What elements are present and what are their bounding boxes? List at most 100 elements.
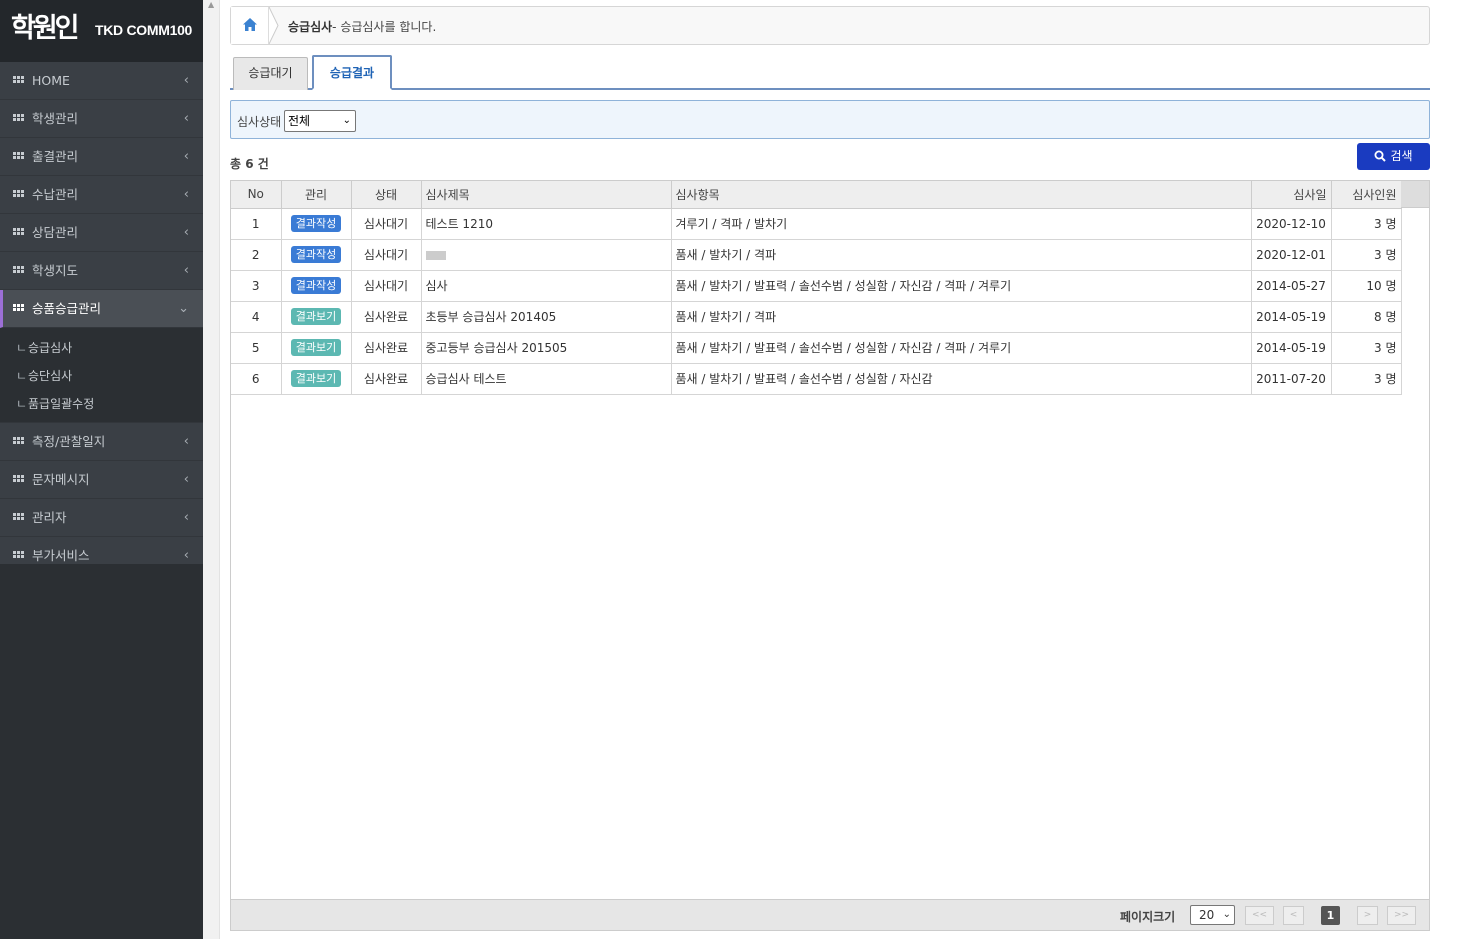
last-page-button[interactable]: >>: [1387, 906, 1416, 925]
submenu-item-2[interactable]: ㄴ품급일괄수정: [0, 390, 203, 418]
grid-icon: [13, 513, 25, 522]
grid-icon: [13, 475, 25, 484]
sidebar-item-3[interactable]: 수납관리 ‹: [0, 176, 203, 214]
page-size-select[interactable]: 20 ⌄: [1190, 905, 1235, 925]
table-row[interactable]: 6 결과보기 심사완료 승급심사 테스트 품새 / 발차기 / 발표력 / 솔선수범 /…: [231, 363, 1402, 395]
page-title-main: 승급심사: [288, 20, 333, 34]
cell-items: 품새 / 발차기 / 발표력 / 솔선수범 / 성실함 / 자신감 / 격파 /…: [671, 332, 1252, 364]
sidebar-item-6[interactable]: 승품승급관리 ⌄: [0, 290, 203, 328]
cell-title: [421, 239, 672, 271]
sidebar-item-label: 상담관리: [32, 225, 79, 240]
cell-title-text: 승급심사 테스트: [425, 372, 507, 386]
cell-date: 2011-07-20: [1251, 363, 1332, 395]
sidebar-item-5[interactable]: 학생지도 ‹: [0, 252, 203, 290]
result-action-button[interactable]: 결과작성: [290, 215, 342, 232]
cell-title-text: 초등부 승급심사 201405: [425, 310, 557, 324]
scroll-up-icon[interactable]: ▲: [208, 0, 214, 9]
table-row[interactable]: 2 결과작성 심사대기 품새 / 발차기 / 격파 2020-12-01 3 명: [231, 239, 1402, 271]
submenu-item-1[interactable]: ㄴ승단심사: [0, 362, 203, 390]
col-header-count[interactable]: 심사인원: [1331, 181, 1402, 209]
sidebar-item-7[interactable]: 측정/관찰일지 ‹: [0, 423, 203, 461]
cell-count: 3 명: [1331, 239, 1402, 271]
chevron-left-icon: ‹: [183, 187, 189, 202]
col-header-no[interactable]: No: [231, 181, 282, 209]
sidebar-item-1[interactable]: 학생관리 ‹: [0, 100, 203, 138]
cell-items: 겨루기 / 격파 / 발차기: [671, 208, 1252, 240]
redacted-title: [425, 250, 446, 260]
search-button[interactable]: 검색: [1357, 143, 1430, 170]
cell-no: 3: [231, 270, 282, 302]
tab-bar: 승급대기 승급결과: [230, 55, 1430, 90]
cell-title-text: 테스트 1210: [425, 217, 493, 231]
submenu-item-label: 품급일괄수정: [28, 397, 95, 411]
col-header-items[interactable]: 심사항목: [671, 181, 1252, 209]
breadcrumb: 승급심사- 승급심사를 합니다.: [230, 6, 1430, 45]
table-row[interactable]: 3 결과작성 심사대기 심사 품새 / 발차기 / 발표력 / 솔선수범 / 성실함 /…: [231, 270, 1402, 302]
col-header-status[interactable]: 상태: [351, 181, 422, 209]
sidebar-item-label: 학생관리: [32, 111, 79, 126]
tree-branch-icon: ㄴ: [16, 369, 28, 383]
tab-results[interactable]: 승급결과: [312, 55, 392, 90]
status-filter-select[interactable]: 전체 ⌄: [284, 110, 356, 132]
col-header-title[interactable]: 심사제목: [421, 181, 672, 209]
table-row[interactable]: 4 결과보기 심사완료 초등부 승급심사 201405 품새 / 발차기 / 격파 201…: [231, 301, 1402, 333]
home-button[interactable]: [231, 7, 269, 44]
prev-page-button[interactable]: <: [1283, 906, 1304, 925]
sidebar-menu: HOME ‹ 학생관리 ‹ 출결관리 ‹ 수납관리 ‹ 상담관리 ‹ 학생지도 ‹ 승품승급관리 ⌄ ㄴ승급…: [0, 62, 203, 575]
submenu-item-label: 승급심사: [28, 341, 73, 355]
grid-icon: [13, 266, 25, 275]
result-action-button[interactable]: 결과보기: [290, 308, 342, 325]
sidebar-item-2[interactable]: 출결관리 ‹: [0, 138, 203, 176]
result-action-button[interactable]: 결과보기: [290, 339, 342, 356]
table-row[interactable]: 5 결과보기 심사완료 중고등부 승급심사 201505 품새 / 발차기 / 발표력 …: [231, 332, 1402, 364]
result-action-button[interactable]: 결과작성: [290, 246, 342, 263]
page-size-label: 페이지크기: [1120, 910, 1176, 924]
sidebar-item-label: 측정/관찰일지: [32, 434, 106, 449]
sidebar-item-9[interactable]: 관리자 ‹: [0, 499, 203, 537]
first-page-button[interactable]: <<: [1245, 906, 1274, 925]
table-row[interactable]: 1 결과작성 심사대기 테스트 1210 겨루기 / 격파 / 발차기 2020-12-1…: [231, 208, 1402, 240]
results-grid: No 관리 상태 심사제목 심사항목 심사일 심사인원 1 결과작성 심사대기 테스트…: [230, 180, 1430, 931]
cell-status: 심사대기: [351, 270, 422, 302]
sidebar-item-4[interactable]: 상담관리 ‹: [0, 214, 203, 252]
sidebar-item-label: 수납관리: [32, 187, 79, 202]
table-body: 1 결과작성 심사대기 테스트 1210 겨루기 / 격파 / 발차기 2020-12-1…: [231, 208, 1402, 395]
grid-icon: [13, 190, 25, 199]
grid-icon: [13, 228, 25, 237]
result-action-button[interactable]: 결과작성: [290, 277, 342, 294]
cell-date: 2020-12-10: [1251, 208, 1332, 240]
tab-pending[interactable]: 승급대기: [233, 57, 308, 90]
cell-items: 품새 / 발차기 / 격파: [671, 239, 1252, 271]
grid-icon: [13, 76, 25, 85]
col-header-manage[interactable]: 관리: [281, 181, 352, 209]
cell-count: 3 명: [1331, 208, 1402, 240]
sidebar-item-8[interactable]: 문자메시지 ‹: [0, 461, 203, 499]
grid-icon: [13, 152, 25, 161]
cell-action: 결과보기: [281, 332, 352, 364]
logo[interactable]: 학원인 TKD COMM100: [0, 0, 203, 62]
submenu-item-label: 승단심사: [28, 369, 73, 383]
chevron-down-icon: ⌄: [178, 301, 189, 316]
grid-icon: [13, 437, 25, 446]
sidebar-item-0[interactable]: HOME ‹: [0, 62, 203, 100]
next-page-button[interactable]: >: [1357, 906, 1378, 925]
sidebar: 학원인 TKD COMM100 HOME ‹ 학생관리 ‹ 출결관리 ‹ 수납관리 ‹ 상담관리…: [0, 0, 203, 939]
cell-action: 결과보기: [281, 363, 352, 395]
cell-items: 품새 / 발차기 / 발표력 / 솔선수범 / 성실함 / 자신감 / 격파 /…: [671, 270, 1252, 302]
scrollbar[interactable]: ▲: [203, 0, 220, 939]
table-header-row: No 관리 상태 심사제목 심사항목 심사일 심사인원: [231, 181, 1402, 209]
page-number-current[interactable]: 1: [1321, 906, 1340, 925]
grid-icon: [13, 304, 25, 313]
col-header-date[interactable]: 심사일: [1251, 181, 1332, 209]
cell-date: 2014-05-19: [1251, 301, 1332, 333]
grid-icon: [13, 551, 25, 560]
submenu-item-0[interactable]: ㄴ승급심사: [0, 334, 203, 362]
chevron-left-icon: ‹: [183, 510, 189, 525]
cell-title-text: 중고등부 승급심사 201505: [425, 341, 568, 355]
cell-no: 4: [231, 301, 282, 333]
page-title-desc: - 승급심사를 합니다.: [332, 20, 437, 34]
cell-status: 심사대기: [351, 239, 422, 271]
cell-action: 결과작성: [281, 208, 352, 240]
result-action-button[interactable]: 결과보기: [290, 370, 342, 387]
sidebar-item-label: 승품승급관리: [32, 301, 102, 316]
